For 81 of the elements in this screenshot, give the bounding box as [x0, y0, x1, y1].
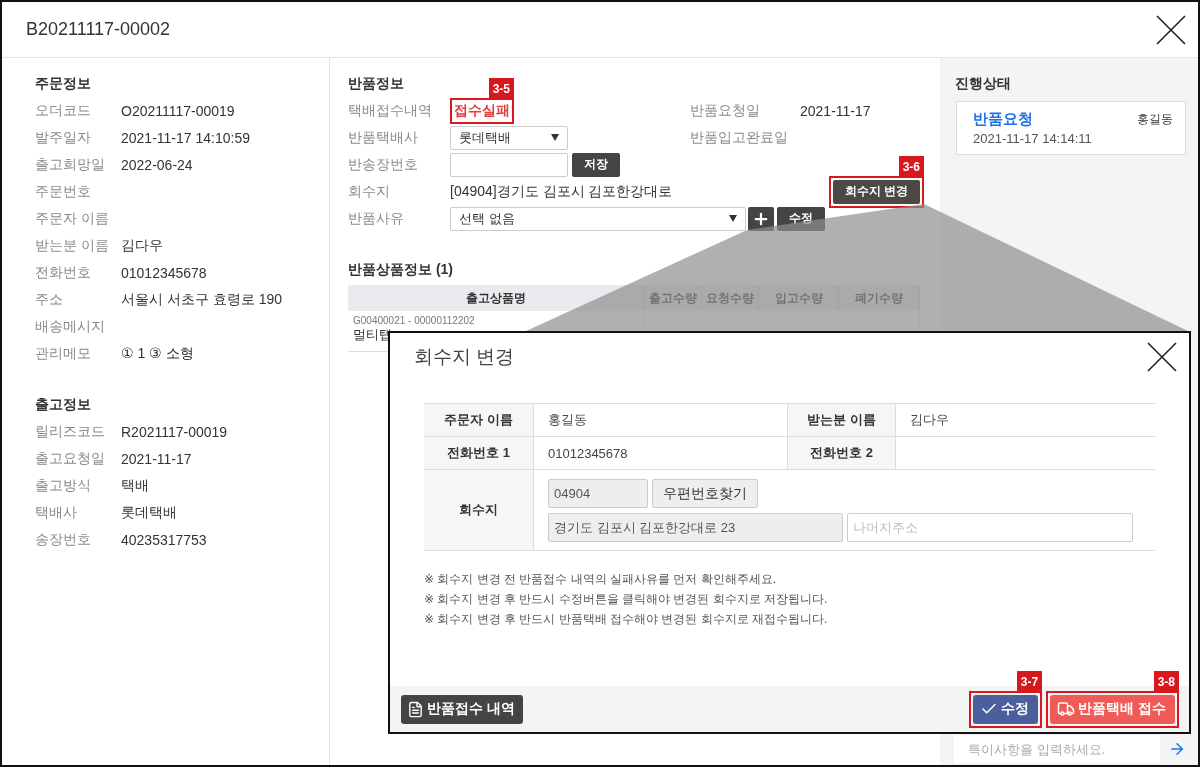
callout-tag: 3-5 — [488, 77, 514, 100]
caret-icon — [551, 134, 559, 141]
field-label: 받는분 이름 — [35, 236, 110, 255]
field-value: 2021-11-17 — [800, 102, 871, 119]
change-address-button[interactable]: 회수지 변경 — [832, 179, 920, 204]
field-label: 전화번호 1 — [424, 437, 534, 470]
notice-text: ※ 회수지 변경 후 반드시 반품택배 접수해야 변경된 회수지로 재접수됩니다. — [424, 611, 829, 628]
caret-icon — [729, 215, 737, 222]
field-label: 회수지 — [424, 470, 534, 551]
field-value: R2021117-00019 — [121, 423, 228, 440]
field-value: 김다우 — [896, 404, 1155, 437]
arrow-right-icon[interactable] — [1168, 740, 1186, 758]
field-label: 배송메시지 — [35, 317, 106, 336]
field-label: 출고희망일 — [35, 155, 106, 174]
add-button[interactable] — [748, 206, 774, 231]
field-value: ① 1 ③ 소형 — [121, 344, 194, 363]
field-value: 롯데택배 — [121, 503, 177, 522]
user-name: 홍길동 — [1137, 111, 1173, 128]
field-value: 40235317753 — [121, 531, 207, 548]
notice-text: ※ 회수지 변경 전 반품접수 내역의 실패사유를 먼저 확인해주세요. — [424, 571, 778, 588]
product-code: G00400021 - 00000112202 — [353, 315, 476, 326]
reason-select[interactable]: 선택 없음 — [450, 206, 746, 231]
notice-text: ※ 회수지 변경 후 반드시 수정버튼을 클릭해야 변경된 회수지로 저장됩니다. — [424, 591, 829, 608]
field-label: 오더코드 — [35, 101, 92, 120]
callout-tag: 3-6 — [898, 155, 924, 178]
detail-address-field[interactable]: 나머지주소 — [847, 513, 1133, 542]
tracking-input[interactable] — [450, 152, 568, 177]
field-label: 발주일자 — [35, 128, 92, 147]
section-heading: 주문정보 — [35, 74, 91, 93]
field-label: 택배접수내역 — [348, 101, 433, 120]
field-label: 주문자 이름 — [424, 404, 534, 437]
field-label: 택배사 — [35, 503, 78, 522]
field-label: 반품요청일 — [690, 101, 761, 120]
field-label: 전화번호 — [35, 263, 92, 282]
field-label: 반품입고완료일 — [690, 128, 789, 147]
history-button[interactable]: 반품접수 내역 — [401, 694, 523, 724]
field-label: 전화번호 2 — [788, 437, 896, 470]
zip-search-button[interactable]: 우편번호찾기 — [652, 479, 758, 508]
document-icon — [407, 700, 424, 718]
address-field[interactable]: 경기도 김포시 김포한강대로 23 — [548, 513, 843, 542]
status-text: 접수실패 — [454, 101, 510, 120]
field-label: 릴리즈코드 — [35, 422, 106, 441]
field-value: 2021-11-17 — [121, 450, 192, 467]
zip-field[interactable]: 04904 — [548, 479, 648, 508]
field-label: 반품택배사 — [348, 128, 419, 147]
field-label: 주문자 이름 — [35, 209, 110, 228]
field-value: 김다우 — [121, 236, 163, 255]
save-button[interactable]: 수정 — [973, 694, 1039, 724]
dialog-title: 회수지 변경 — [414, 345, 515, 369]
status-text: 반품요청 — [973, 110, 1033, 129]
courier-select[interactable]: 롯데택배 — [450, 125, 568, 150]
close-icon[interactable] — [1156, 14, 1186, 45]
field-value: 서울시 서초구 효령로 190 — [121, 290, 283, 309]
field-value: 2022-06-24 — [121, 156, 193, 173]
section-heading: 반품상품정보 (1) — [348, 260, 453, 279]
field-label: 주문번호 — [35, 182, 92, 201]
memo-field[interactable]: 특이사항을 입력하세요. — [954, 735, 1160, 763]
callout-tag: 3-8 — [1153, 670, 1179, 693]
field-label: 출고방식 — [35, 476, 92, 495]
close-icon[interactable] — [1147, 342, 1177, 372]
field-value: 택배 — [121, 476, 149, 495]
field-value: 01012345678 — [121, 264, 207, 281]
field-value: 2021-11-17 14:10:59 — [121, 129, 250, 146]
field-label: 송장번호 — [35, 530, 92, 549]
field-value: [04904]경기도 김포시 김포한강대로 — [450, 182, 673, 201]
field-label: 출고요청일 — [35, 449, 106, 468]
field-label: 받는분 이름 — [788, 404, 896, 437]
field-label: 주소 — [35, 290, 64, 309]
truck-icon — [1057, 700, 1076, 718]
field-label: 반송장번호 — [348, 155, 419, 174]
window-title: B20211117-00002 — [26, 19, 171, 40]
section-heading: 출고정보 — [35, 395, 91, 414]
field-label: 관리메모 — [35, 344, 92, 363]
section-heading: 반품정보 — [348, 74, 404, 93]
field-label: 회수지 — [348, 182, 391, 201]
callout-tag: 3-7 — [1016, 670, 1043, 693]
field-value: O20211117-00019 — [121, 102, 235, 119]
field-label: 반품사유 — [348, 209, 405, 228]
section-heading: 진행상태 — [955, 74, 1011, 93]
status-time: 2021-11-17 14:14:11 — [973, 131, 1093, 146]
save-button[interactable]: 저장 — [572, 152, 620, 177]
